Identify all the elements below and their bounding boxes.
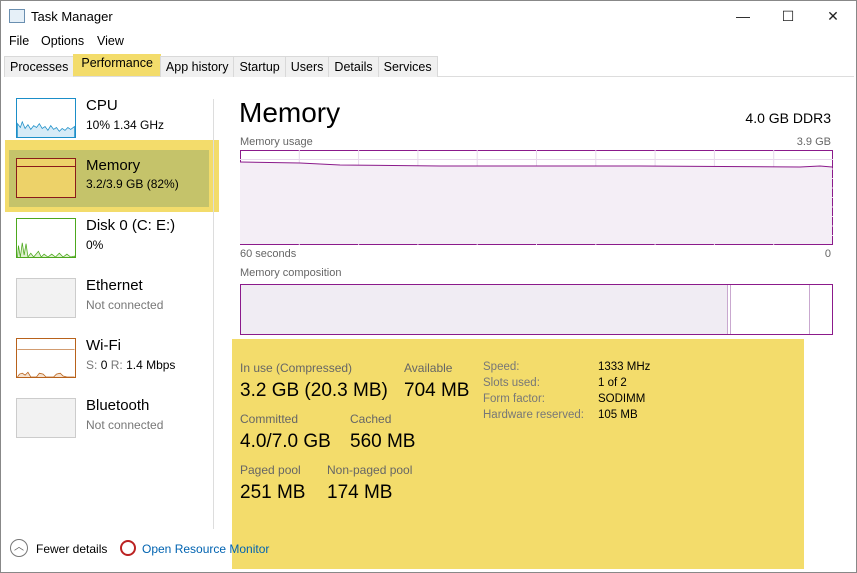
minimize-button[interactable]: —	[728, 5, 758, 27]
maximize-button[interactable]: ☐	[773, 5, 803, 27]
menu-view[interactable]: View	[97, 34, 124, 48]
wifi-line	[17, 371, 75, 377]
committed-label: Committed	[240, 412, 299, 426]
detail-key: Hardware reserved:	[483, 409, 584, 421]
window-title: Task Manager	[31, 9, 113, 24]
disk-thumbnail	[16, 218, 76, 258]
sidebar-item-bluetooth[interactable]: Bluetooth Not connected	[9, 396, 214, 454]
sidebar-item-ethernet[interactable]: Ethernet Not connected	[9, 276, 214, 334]
memory-composition-bar	[240, 284, 833, 335]
sidebar-item-disk[interactable]: Disk 0 (C: E:) 0%	[9, 216, 214, 274]
cached-label: Cached	[350, 412, 392, 426]
paged-pool-value: 251 MB	[240, 482, 306, 503]
tab-services[interactable]: Services	[377, 56, 438, 77]
open-resource-monitor-link[interactable]: Open Resource Monitor	[142, 542, 269, 556]
time-left: 60 seconds	[240, 248, 297, 260]
sidebar-label: CPU	[86, 97, 118, 114]
tab-details[interactable]: Details	[328, 56, 379, 77]
cpu-thumbnail	[16, 98, 76, 138]
memory-thumbnail	[16, 158, 76, 198]
nonpaged-pool-label: Non-paged pool	[327, 463, 413, 477]
detail-value: 1 of 2	[598, 377, 627, 389]
send-label: S:	[86, 358, 98, 372]
detail-value: 105 MB	[598, 409, 638, 421]
sidebar-sub: Not connected	[86, 418, 164, 432]
available-label: Available	[404, 361, 453, 375]
disk-line	[17, 242, 75, 257]
committed-value: 4.0/7.0 GB	[240, 431, 331, 452]
usage-label: Memory usage	[240, 136, 313, 148]
menu-options[interactable]: Options	[41, 34, 84, 48]
tab-startup[interactable]: Startup	[233, 56, 286, 77]
in-use-label: In use (Compressed)	[240, 361, 353, 375]
sidebar-sub: 0%	[86, 238, 104, 252]
cpu-line	[17, 120, 75, 137]
menu-file[interactable]: File	[9, 34, 29, 48]
tab-users[interactable]: Users	[284, 56, 330, 77]
sidebar-divider	[213, 99, 214, 529]
resource-monitor-icon	[120, 540, 136, 556]
close-button[interactable]: ✕	[818, 5, 848, 27]
detail-key: Slots used:	[483, 377, 540, 389]
time-right: 0	[824, 248, 831, 260]
tab-performance[interactable]: Performance	[73, 54, 161, 76]
fewer-details-button[interactable]: Fewer details	[36, 542, 107, 556]
paged-pool-label: Paged pool	[240, 463, 301, 477]
sidebar-sub: 3.2/3.9 GB (82%)	[86, 177, 179, 191]
sidebar-sub: 10% 1.34 GHz	[86, 118, 165, 132]
receive-value: 1.4 Mbps	[126, 358, 176, 372]
sidebar-label: Wi-Fi	[86, 337, 121, 354]
available-value: 704 MB	[404, 380, 470, 401]
sidebar-item-memory[interactable]: Memory 3.2/3.9 GB (82%)	[9, 150, 209, 207]
memory-usage-graph	[240, 150, 833, 245]
sidebar-label: Ethernet	[86, 277, 143, 294]
wifi-thumbnail	[16, 338, 76, 378]
chevron-up-icon[interactable]: ︿	[10, 539, 28, 557]
tab-processes[interactable]: Processes	[4, 56, 75, 77]
usage-fill	[240, 162, 832, 244]
sidebar-label: Memory	[86, 157, 141, 174]
receive-label: R:	[110, 358, 123, 372]
sidebar-item-cpu[interactable]: CPU 10% 1.34 GHz	[9, 96, 214, 154]
usage-max: 3.9 GB	[796, 136, 831, 148]
sidebar-label: Disk 0 (C: E:)	[86, 217, 176, 234]
bluetooth-thumbnail	[16, 398, 76, 438]
memory-spec: 4.0 GB DDR3	[745, 110, 831, 126]
in-use-value: 3.2 GB (20.3 MB)	[240, 380, 388, 401]
nonpaged-pool-value: 174 MB	[327, 482, 393, 503]
page-title: Memory	[239, 97, 341, 128]
task-manager-icon	[9, 9, 25, 23]
cached-value: 560 MB	[350, 431, 416, 452]
detail-value: 1333 MHz	[598, 361, 651, 373]
memory-details: Speed: 1333 MHz Slots used: 1 of 2 Form fa…	[483, 361, 650, 421]
detail-key: Form factor:	[483, 393, 545, 405]
wifi-sub: S: 0 R: 1.4 Mbps	[86, 358, 175, 372]
composition-label: Memory composition	[240, 267, 342, 279]
sidebar-item-wifi[interactable]: S: 0 R: 1.4 Mbps Wi-Fi	[9, 336, 214, 394]
composition-standby	[730, 285, 810, 334]
send-value: 0	[100, 358, 108, 372]
sidebar-sub: Not connected	[86, 298, 164, 312]
tab-app-history[interactable]: App history	[159, 56, 235, 77]
tab-bar: Processes Performance App history Startu…	[4, 54, 854, 77]
composition-in-use	[241, 285, 728, 334]
ethernet-thumbnail	[16, 278, 76, 318]
detail-key: Speed:	[483, 361, 520, 373]
sidebar-label: Bluetooth	[86, 397, 150, 414]
detail-value: SODIMM	[598, 393, 646, 405]
